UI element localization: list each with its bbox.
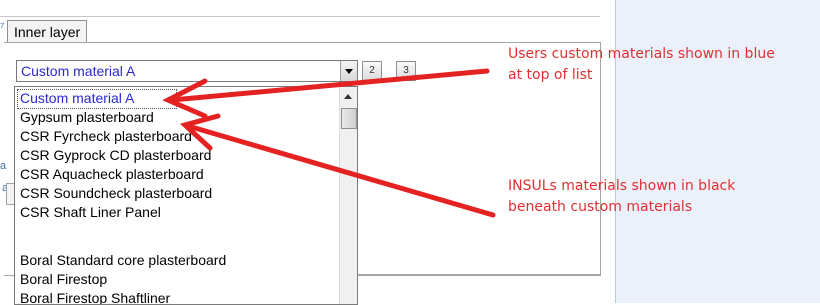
list-item[interactable]: CSR Gyprock CD plasterboard — [20, 146, 211, 165]
annotation-custom-materials: Users custom materials shown in blue at … — [508, 44, 775, 86]
annotation-line: beneath custom materials — [508, 199, 693, 215]
list-item[interactable]: CSR Soundcheck plasterboard — [20, 184, 212, 203]
scroll-up-arrow-icon[interactable] — [344, 94, 352, 99]
tab-inner-layer[interactable]: Inner layer — [7, 20, 88, 43]
divider — [0, 16, 600, 17]
list-item[interactable]: CSR Aquacheck plasterboard — [20, 165, 204, 184]
obscured-label-fragment: a — [0, 160, 7, 172]
annotation-line: Users custom materials shown in blue — [508, 46, 775, 62]
material-select-value: Custom material A — [21, 63, 136, 79]
edge-glyph: ⁷ — [0, 20, 5, 34]
annotation-line: INSULs materials shown in black — [508, 178, 736, 194]
option-button-2-label: 2 — [369, 65, 375, 76]
list-scrollbar[interactable] — [339, 87, 357, 304]
annotation-insul-materials: INSULs materials shown in black beneath … — [508, 176, 735, 218]
scroll-thumb[interactable] — [341, 108, 357, 129]
list-item[interactable]: Boral Firestop — [20, 270, 107, 289]
option-button-3[interactable]: 3 — [396, 61, 416, 81]
list-item[interactable]: Gypsum plasterboard — [20, 108, 154, 127]
option-button-3-label: 3 — [403, 65, 409, 76]
list-item[interactable]: Boral Standard core plasterboard — [20, 251, 226, 270]
list-item[interactable]: CSR Shaft Liner Panel — [20, 203, 161, 222]
material-select[interactable]: Custom material A — [16, 60, 358, 82]
list-item[interactable]: CSR Fyrcheck plasterboard — [20, 127, 192, 146]
annotation-line: at top of list — [508, 67, 593, 83]
dropdown-arrow-button[interactable] — [340, 61, 357, 81]
list-item-custom[interactable]: Custom material A — [20, 89, 134, 108]
chevron-down-icon — [345, 68, 353, 74]
option-button-2[interactable]: 2 — [362, 61, 382, 81]
material-dropdown-list[interactable]: Custom material A Gypsum plasterboard CS… — [14, 86, 358, 305]
